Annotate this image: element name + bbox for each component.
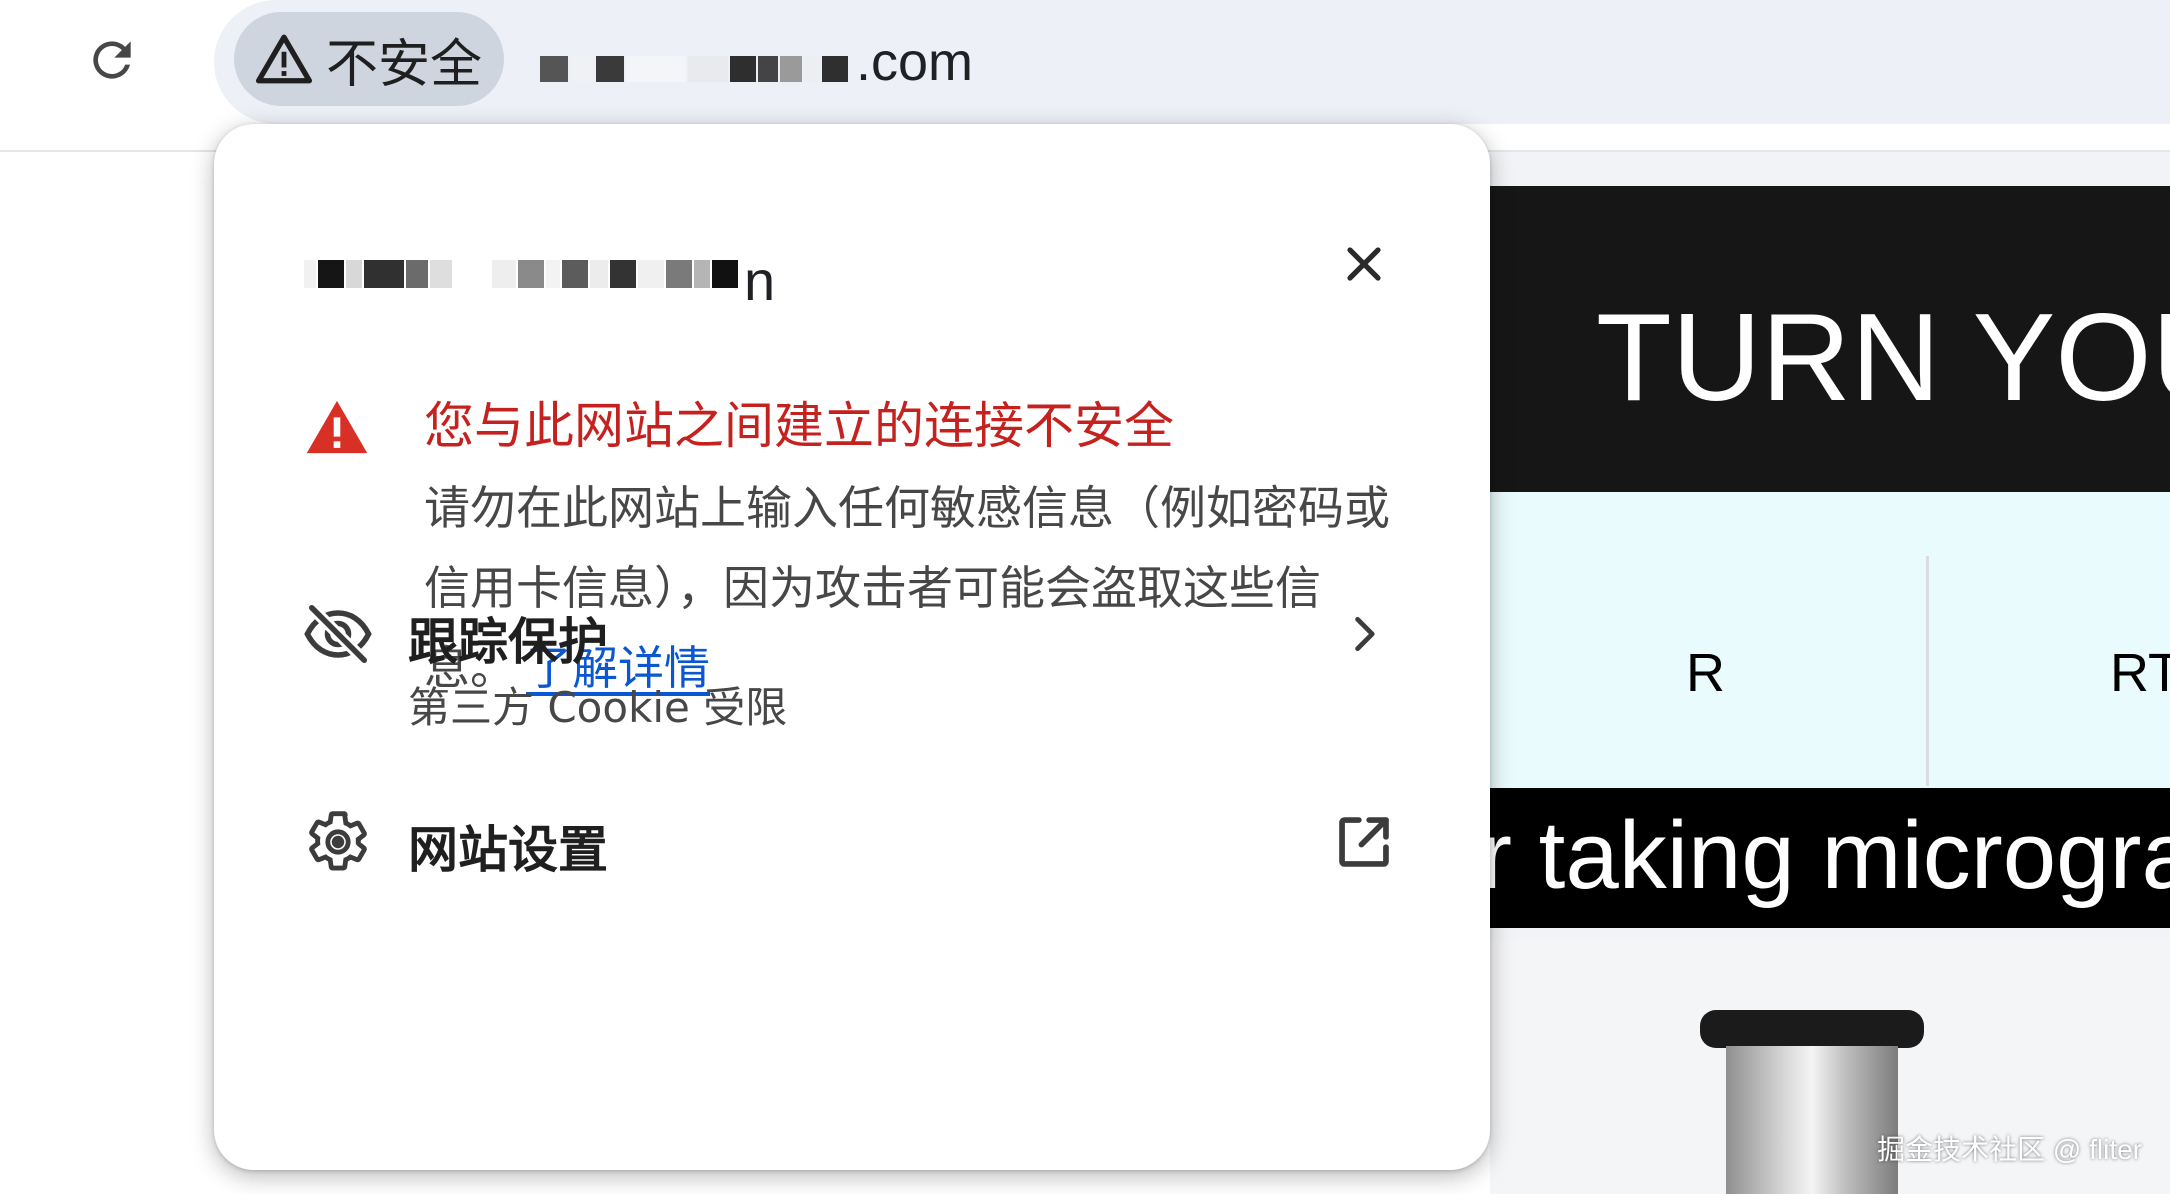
reload-button[interactable] [76,24,148,96]
site-settings-title: 网站设置 [408,821,608,879]
watermark: 掘金技术社区 @ fliter [1877,1134,2142,1165]
chevron-right-icon [1324,594,1404,674]
page-tab-strip [1490,492,2170,788]
close-icon [1347,247,1381,281]
page-tab-divider [1926,556,1929,786]
browser-window: TURN YOU R RT r taking microgra 掘金技术社区 @… [0,0,2170,1194]
security-indicator-chip[interactable]: 不安全 [234,12,504,106]
site-info-popup: n 您与此网站之间建立的连接不安全 请勿在此网站上输入任何敏感信息（例如密码或信… [214,124,1490,1170]
redacted-block [540,56,568,82]
redacted-block [758,56,778,82]
open-in-new-icon [1324,802,1404,882]
gear-icon [298,802,378,882]
redacted-block [780,56,802,82]
warning-triangle-icon [252,27,316,91]
reload-icon [93,41,131,79]
redacted-block [610,260,636,288]
warning-title: 您与此网站之间建立的连接不安全 [424,397,1174,455]
redacted-block [430,260,452,288]
redacted-block [590,260,608,288]
page-marquee-text: r taking microgra [1480,802,2170,909]
redacted-block [492,260,516,288]
page-tab-rt[interactable]: RT [2110,642,2170,704]
tracking-protection-row[interactable]: 跟踪保护 第三方 Cookie 受限 [214,564,1490,732]
redacted-block [804,56,820,82]
url-suffix: .com [856,32,974,92]
redacted-block [518,260,544,288]
redacted-block [406,260,428,288]
redacted-block [570,56,594,82]
security-chip-label: 不安全 [326,34,483,95]
page-tab-r[interactable]: R [1686,642,1725,704]
redacted-block [666,260,692,288]
eye-off-icon [298,594,378,674]
popup-site-host: n [304,234,775,314]
redacted-block [364,260,404,288]
redacted-block [730,56,756,82]
redacted-block [626,56,686,82]
redacted-block [694,260,710,288]
redacted-block [304,260,316,288]
page-hero-title: TURN YOU [1596,289,2170,427]
tracking-protection-subtitle: 第三方 Cookie 受限 [408,683,788,732]
redacted-block [454,260,490,288]
address-bar[interactable] [214,0,2170,124]
redacted-block [688,56,728,82]
redacted-block [318,260,344,288]
redacted-block [822,56,848,82]
product-image-cap [1700,1010,1924,1048]
product-image-rod [1726,1046,1898,1194]
popup-close-button[interactable] [1324,224,1404,304]
redacted-block [638,260,664,288]
redacted-block [346,260,362,288]
redacted-block [712,260,738,288]
redacted-block [562,260,588,288]
warning-triangle-red-icon [306,400,368,454]
redacted-block [596,56,624,82]
popup-site-suffix: n [744,248,776,312]
site-settings-row[interactable]: 网站设置 [214,784,1490,924]
tracking-protection-title: 跟踪保护 [408,613,608,671]
url-text[interactable]: .com [540,22,973,102]
redacted-block [546,260,560,288]
